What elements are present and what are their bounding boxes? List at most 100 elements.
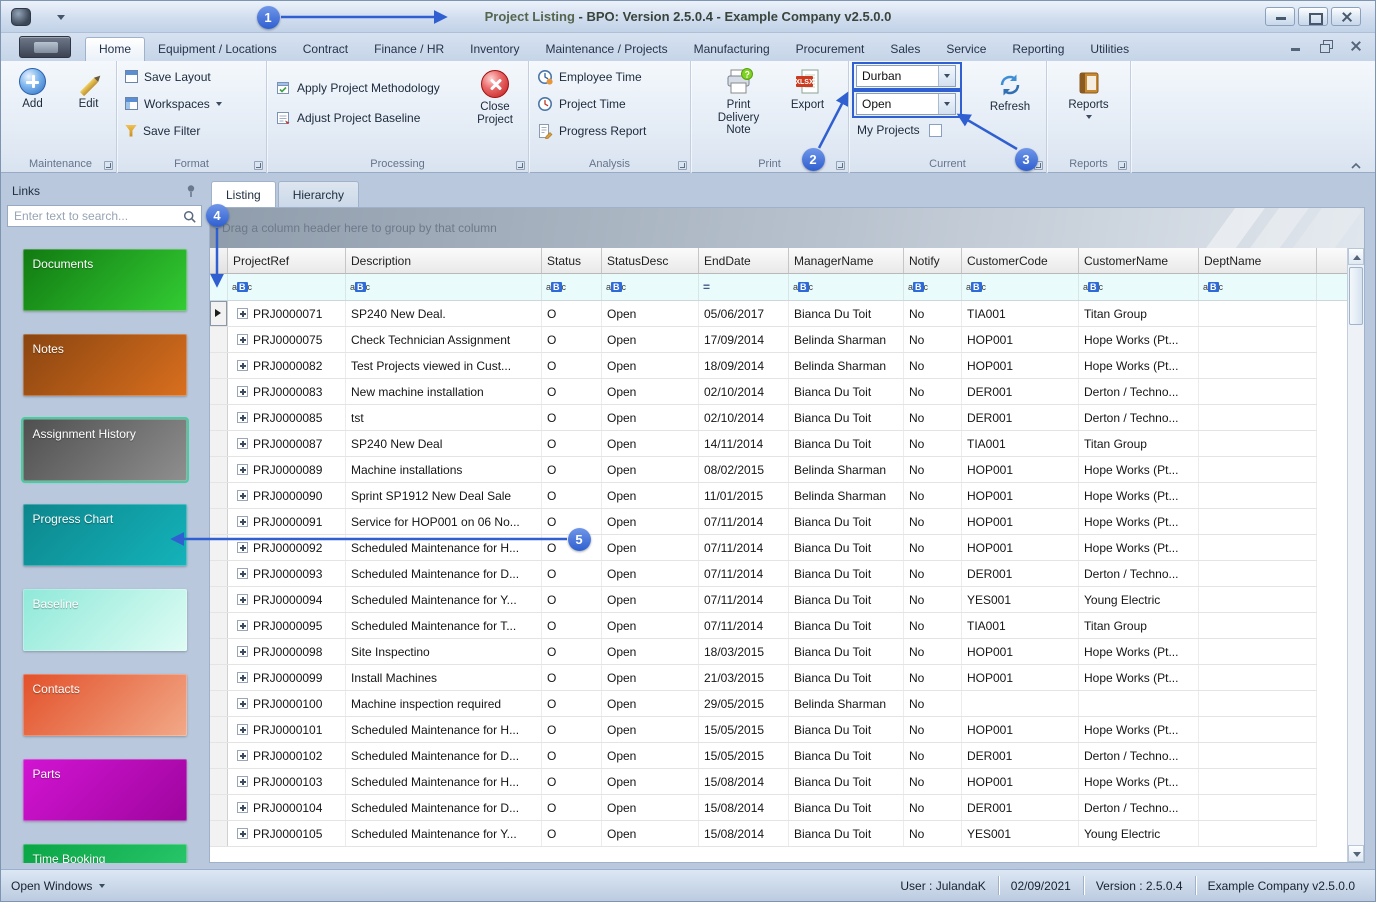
grid-cell-enddate[interactable]: 14/11/2014 [699, 431, 789, 456]
grid-cell-projectref[interactable]: PRJ0000103 [228, 769, 346, 794]
grid-cell-notify[interactable]: No [904, 639, 962, 664]
application-menu-button[interactable] [19, 36, 71, 58]
expand-row-icon[interactable] [237, 334, 248, 345]
sidebar-tile-progress-chart[interactable]: Progress Chart [23, 504, 187, 566]
grid-cell-statusdesc[interactable]: Open [602, 769, 699, 794]
grid-cell-notify[interactable]: No [904, 561, 962, 586]
my-projects-checkbox[interactable] [929, 124, 942, 137]
grid-cell-projectref[interactable]: PRJ0000092 [228, 535, 346, 560]
grid-cell-description[interactable]: Service for HOP001 on 06 No... [346, 509, 542, 534]
equals-filter-icon[interactable]: = [703, 280, 710, 294]
grid-cell-notify[interactable]: No [904, 717, 962, 742]
ribbon-tab-inventory[interactable]: Inventory [457, 37, 532, 61]
grid-cell-description[interactable]: Machine inspection required [346, 691, 542, 716]
maximize-button[interactable] [1298, 7, 1328, 26]
table-row[interactable]: PRJ0000083New machine installationOOpen0… [210, 379, 1317, 405]
expand-row-icon[interactable] [237, 776, 248, 787]
grid-cell-statusdesc[interactable]: Open [602, 535, 699, 560]
grid-cell-managername[interactable]: Belinda Sharman [789, 457, 904, 482]
grid-cell-customername[interactable]: Hope Works (Pt... [1079, 769, 1199, 794]
grid-cell-customercode[interactable]: HOP001 [962, 769, 1079, 794]
grid-cell-statusdesc[interactable]: Open [602, 795, 699, 820]
grid-cell-notify[interactable]: No [904, 821, 962, 846]
grid-cell-managername[interactable]: Bianca Du Toit [789, 743, 904, 768]
sidebar-tile-time-booking[interactable]: Time Booking [23, 844, 187, 863]
ribbon-tab-procurement[interactable]: Procurement [783, 37, 878, 61]
grid-cell-customercode[interactable] [962, 691, 1079, 716]
grid-cell-enddate[interactable]: 07/11/2014 [699, 587, 789, 612]
grid-cell-customername[interactable]: Young Electric [1079, 821, 1199, 846]
column-header-notify[interactable]: Notify [904, 248, 962, 273]
grid-cell-managername[interactable]: Bianca Du Toit [789, 613, 904, 638]
grid-cell-status[interactable]: O [542, 821, 602, 846]
abc-filter-icon[interactable]: aBc [350, 282, 370, 292]
grid-cell-deptname[interactable] [1199, 301, 1317, 326]
open-windows-button[interactable]: Open Windows [1, 879, 105, 893]
grid-cell-deptname[interactable] [1199, 587, 1317, 612]
ribbon-tab-utilities[interactable]: Utilities [1077, 37, 1142, 61]
grid-cell-notify[interactable]: No [904, 457, 962, 482]
grid-cell-customercode[interactable]: HOP001 [962, 717, 1079, 742]
abc-filter-icon[interactable]: aBc [908, 282, 928, 292]
grid-cell-deptname[interactable] [1199, 795, 1317, 820]
grid-cell-projectref[interactable]: PRJ0000091 [228, 509, 346, 534]
grid-cell-statusdesc[interactable]: Open [602, 379, 699, 404]
grid-cell-deptname[interactable] [1199, 431, 1317, 456]
grid-cell-statusdesc[interactable]: Open [602, 431, 699, 456]
my-projects-checkbox-row[interactable]: My Projects [857, 123, 942, 137]
save-layout-button[interactable]: Save Layout [117, 63, 266, 90]
expand-row-icon[interactable] [237, 464, 248, 475]
expand-row-icon[interactable] [237, 802, 248, 813]
grid-cell-description[interactable]: Sprint SP1912 New Deal Sale [346, 483, 542, 508]
grid-cell-managername[interactable]: Bianca Du Toit [789, 431, 904, 456]
column-header-status[interactable]: Status [542, 248, 602, 273]
filter-cell-customername[interactable]: aBc [1079, 274, 1199, 300]
grid-cell-customercode[interactable]: DER001 [962, 561, 1079, 586]
grid-cell-customername[interactable]: Hope Works (Pt... [1079, 353, 1199, 378]
grid-cell-description[interactable]: SP240 New Deal. [346, 301, 542, 326]
child-restore-icon[interactable] [1319, 40, 1333, 52]
ribbon-tab-equipment-locations[interactable]: Equipment / Locations [145, 37, 290, 61]
grid-cell-deptname[interactable] [1199, 639, 1317, 664]
table-row[interactable]: PRJ0000094Scheduled Maintenance for Y...… [210, 587, 1317, 613]
grid-cell-enddate[interactable]: 08/02/2015 [699, 457, 789, 482]
grid-cell-customername[interactable]: Derton / Techno... [1079, 561, 1199, 586]
grid-cell-statusdesc[interactable]: Open [602, 639, 699, 664]
grid-cell-description[interactable]: Scheduled Maintenance for Y... [346, 821, 542, 846]
sidebar-tile-documents[interactable]: Documents [23, 249, 187, 311]
grid-cell-status[interactable]: O [542, 691, 602, 716]
export-button[interactable]: XLSX Export [782, 61, 834, 137]
grid-cell-customercode[interactable]: YES001 [962, 821, 1079, 846]
child-minimize-icon[interactable] [1289, 40, 1303, 52]
table-row[interactable]: PRJ0000071SP240 New Deal.OOpen05/06/2017… [210, 301, 1317, 327]
grid-cell-statusdesc[interactable]: Open [602, 561, 699, 586]
grid-cell-enddate[interactable]: 17/09/2014 [699, 327, 789, 352]
grid-cell-projectref[interactable]: PRJ0000089 [228, 457, 346, 482]
grid-cell-projectref[interactable]: PRJ0000104 [228, 795, 346, 820]
grid-cell-notify[interactable]: No [904, 379, 962, 404]
expand-row-icon[interactable] [237, 438, 248, 449]
grid-cell-projectref[interactable]: PRJ0000105 [228, 821, 346, 846]
grid-cell-statusdesc[interactable]: Open [602, 353, 699, 378]
grid-cell-customercode[interactable]: DER001 [962, 379, 1079, 404]
grid-cell-description[interactable]: Scheduled Maintenance for H... [346, 535, 542, 560]
grid-cell-description[interactable]: Machine installations [346, 457, 542, 482]
grid-cell-statusdesc[interactable]: Open [602, 327, 699, 352]
grid-cell-managername[interactable]: Bianca Du Toit [789, 717, 904, 742]
grid-cell-status[interactable]: O [542, 639, 602, 664]
grid-cell-description[interactable]: Test Projects viewed in Cust... [346, 353, 542, 378]
search-input[interactable] [8, 206, 201, 226]
grid-cell-enddate[interactable]: 11/01/2015 [699, 483, 789, 508]
abc-filter-icon[interactable]: aBc [1083, 282, 1103, 292]
grid-cell-customername[interactable]: Hope Works (Pt... [1079, 639, 1199, 664]
sidebar-tile-notes[interactable]: Notes [23, 334, 187, 396]
column-header-managername[interactable]: ManagerName [789, 248, 904, 273]
grid-cell-customername[interactable]: Hope Works (Pt... [1079, 665, 1199, 690]
table-row[interactable]: PRJ0000105Scheduled Maintenance for Y...… [210, 821, 1317, 847]
progress-report-button[interactable]: Progress Report [529, 117, 690, 144]
grid-cell-customername[interactable]: Derton / Techno... [1079, 405, 1199, 430]
grid-cell-customername[interactable] [1079, 691, 1199, 716]
grid-cell-managername[interactable]: Bianca Du Toit [789, 405, 904, 430]
grid-cell-customercode[interactable]: HOP001 [962, 353, 1079, 378]
collapse-ribbon-icon[interactable] [1349, 161, 1363, 170]
